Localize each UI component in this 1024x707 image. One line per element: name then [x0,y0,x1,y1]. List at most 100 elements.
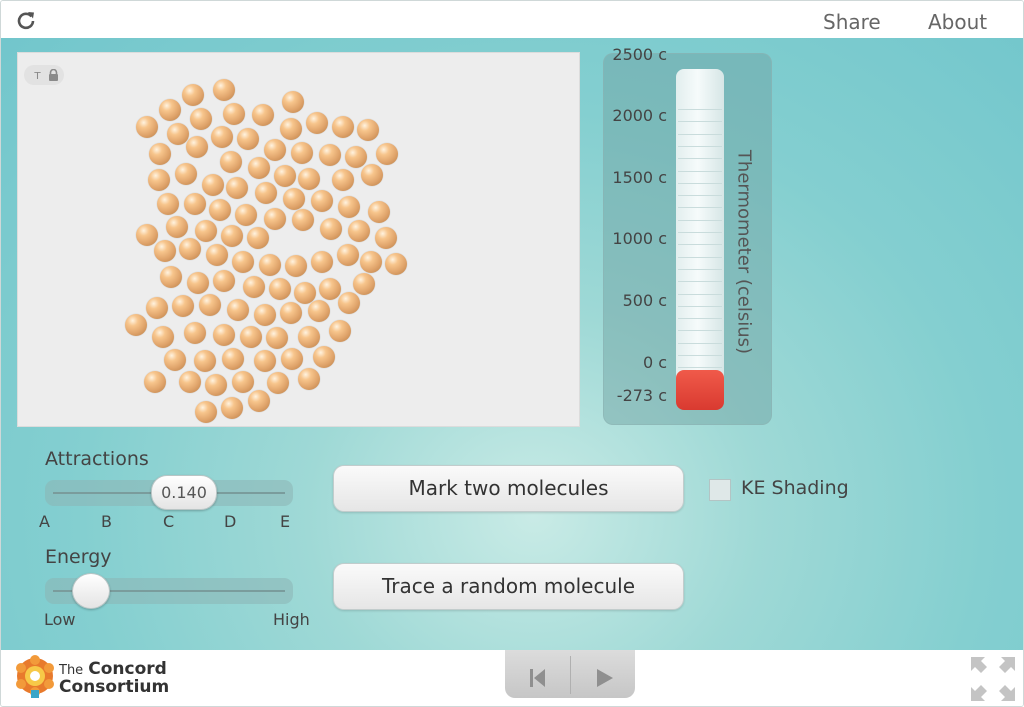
molecule-atom[interactable] [195,401,217,423]
play-button[interactable] [571,650,636,698]
molecule-atom[interactable] [222,348,244,370]
reload-icon[interactable] [16,10,36,30]
molecule-atom[interactable] [298,326,320,348]
mark-two-molecules-button[interactable]: Mark two molecules [333,465,684,512]
molecule-atom[interactable] [298,168,320,190]
molecule-atom[interactable] [255,182,277,204]
molecule-atom[interactable] [199,294,221,316]
molecule-atom[interactable] [235,204,257,226]
molecule-atom[interactable] [332,116,354,138]
molecule-atom[interactable] [125,314,147,336]
molecule-atom[interactable] [184,322,206,344]
molecule-atom[interactable] [136,224,158,246]
molecule-atom[interactable] [182,84,204,106]
molecule-atom[interactable] [320,218,342,240]
molecule-atom[interactable] [254,350,276,372]
molecule-atom[interactable] [360,251,382,273]
molecule-atom[interactable] [281,348,303,370]
molecule-atom[interactable] [338,196,360,218]
ke-shading-checkbox[interactable] [709,479,731,501]
molecule-atom[interactable] [282,91,304,113]
molecule-atom[interactable] [329,320,351,342]
molecule-atom[interactable] [243,276,265,298]
molecule-atom[interactable] [190,108,212,130]
molecule-atom[interactable] [291,142,313,164]
molecule-atom[interactable] [308,300,330,322]
molecule-atom[interactable] [167,123,189,145]
molecule-atom[interactable] [146,297,168,319]
molecule-atom[interactable] [248,390,270,412]
molecule-atom[interactable] [283,188,305,210]
molecule-atom[interactable] [311,251,333,273]
molecule-atom[interactable] [264,139,286,161]
molecule-atom[interactable] [194,350,216,372]
molecule-atom[interactable] [186,136,208,158]
molecule-atom[interactable] [348,220,370,242]
attractions-slider-handle[interactable]: 0.140 [151,475,217,510]
molecule-atom[interactable] [213,324,235,346]
molecule-atom[interactable] [232,251,254,273]
about-link[interactable]: About [928,10,987,34]
molecule-atom[interactable] [220,151,242,173]
molecule-atom[interactable] [237,128,259,150]
molecule-atom[interactable] [164,349,186,371]
molecule-atom[interactable] [332,169,354,191]
molecule-atom[interactable] [376,143,398,165]
molecule-atom[interactable] [187,272,209,294]
molecule-simulation-view[interactable]: ᴛ [17,52,580,427]
molecule-atom[interactable] [252,104,274,126]
molecule-atom[interactable] [160,266,182,288]
molecule-atom[interactable] [267,372,289,394]
molecule-atom[interactable] [175,163,197,185]
molecule-atom[interactable] [157,193,179,215]
molecule-atom[interactable] [285,255,307,277]
molecule-atom[interactable] [280,302,302,324]
molecule-atom[interactable] [213,270,235,292]
molecule-atom[interactable] [232,371,254,393]
molecule-atom[interactable] [226,177,248,199]
step-back-button[interactable] [505,650,570,698]
molecule-atom[interactable] [338,292,360,314]
molecule-atom[interactable] [274,165,296,187]
molecule-atom[interactable] [248,157,270,179]
molecule-atom[interactable] [211,126,233,148]
molecule-atom[interactable] [266,327,288,349]
molecule-atom[interactable] [306,112,328,134]
molecule-atom[interactable] [247,227,269,249]
molecule-atom[interactable] [319,278,341,300]
molecule-atom[interactable] [298,368,320,390]
molecule-atom[interactable] [337,244,359,266]
energy-slider[interactable] [45,573,293,609]
molecule-atom[interactable] [368,201,390,223]
molecule-atom[interactable] [361,164,383,186]
molecule-atom[interactable] [184,193,206,215]
molecule-atom[interactable] [148,169,170,191]
molecule-atom[interactable] [311,190,333,212]
molecule-atom[interactable] [254,304,276,326]
concord-consortium-logo[interactable] [13,654,57,702]
molecule-atom[interactable] [345,146,367,168]
energy-slider-handle[interactable] [72,573,111,609]
molecule-atom[interactable] [357,119,379,141]
molecule-atom[interactable] [269,278,291,300]
molecule-atom[interactable] [280,118,302,140]
fullscreen-icon[interactable] [971,657,1015,701]
molecule-atom[interactable] [385,253,407,275]
molecule-atom[interactable] [209,199,231,221]
attractions-slider[interactable]: 0.140 [45,475,293,510]
molecule-atom[interactable] [292,209,314,231]
molecule-atom[interactable] [179,238,201,260]
share-link[interactable]: Share [823,10,881,34]
molecule-atom[interactable] [172,295,194,317]
molecule-atom[interactable] [149,143,171,165]
molecule-atom[interactable] [375,227,397,249]
molecule-atom[interactable] [202,174,224,196]
molecule-atom[interactable] [144,371,166,393]
molecule-atom[interactable] [179,371,201,393]
molecule-atom[interactable] [264,208,286,230]
molecule-atom[interactable] [353,273,375,295]
molecule-atom[interactable] [313,346,335,368]
molecule-atom[interactable] [195,220,217,242]
molecule-atom[interactable] [221,225,243,247]
molecule-atom[interactable] [136,116,158,138]
